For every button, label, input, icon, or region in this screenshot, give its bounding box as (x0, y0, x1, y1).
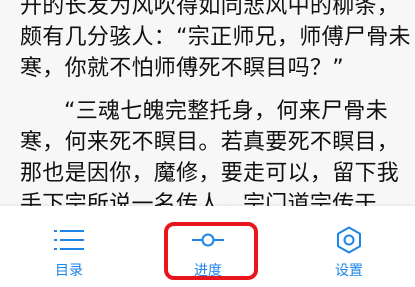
toc-button[interactable]: 目录 (19, 206, 119, 287)
gear-icon (335, 226, 363, 254)
text-line: 那也是因你，魔修，要走可以，留下我 (20, 161, 400, 186)
text-line: 寒，何来死不瞑目。若真要死不瞑目， (20, 130, 400, 155)
text-line: 寒，你就不怕师傅死不瞑目吗？” (20, 56, 344, 81)
text-line: “三魂七魄完整托身，何来尸骨未 (64, 99, 388, 124)
list-icon (54, 226, 84, 254)
highlight-box (164, 222, 258, 280)
settings-label: 设置 (335, 263, 363, 279)
settings-button[interactable]: 设置 (299, 206, 399, 287)
reader-content[interactable]: 开的长发为风吹得如同悲风中的柳条， 颇有几分骇人：“宗正师兄，师傅尸骨未 寒，你… (0, 0, 415, 210)
text-line: 颇有几分骇人：“宗正师兄，师傅尸骨未 (20, 25, 411, 50)
text-line: 开的长发为风吹得如同悲风中的柳条， (20, 0, 400, 19)
toc-label: 目录 (55, 263, 83, 279)
